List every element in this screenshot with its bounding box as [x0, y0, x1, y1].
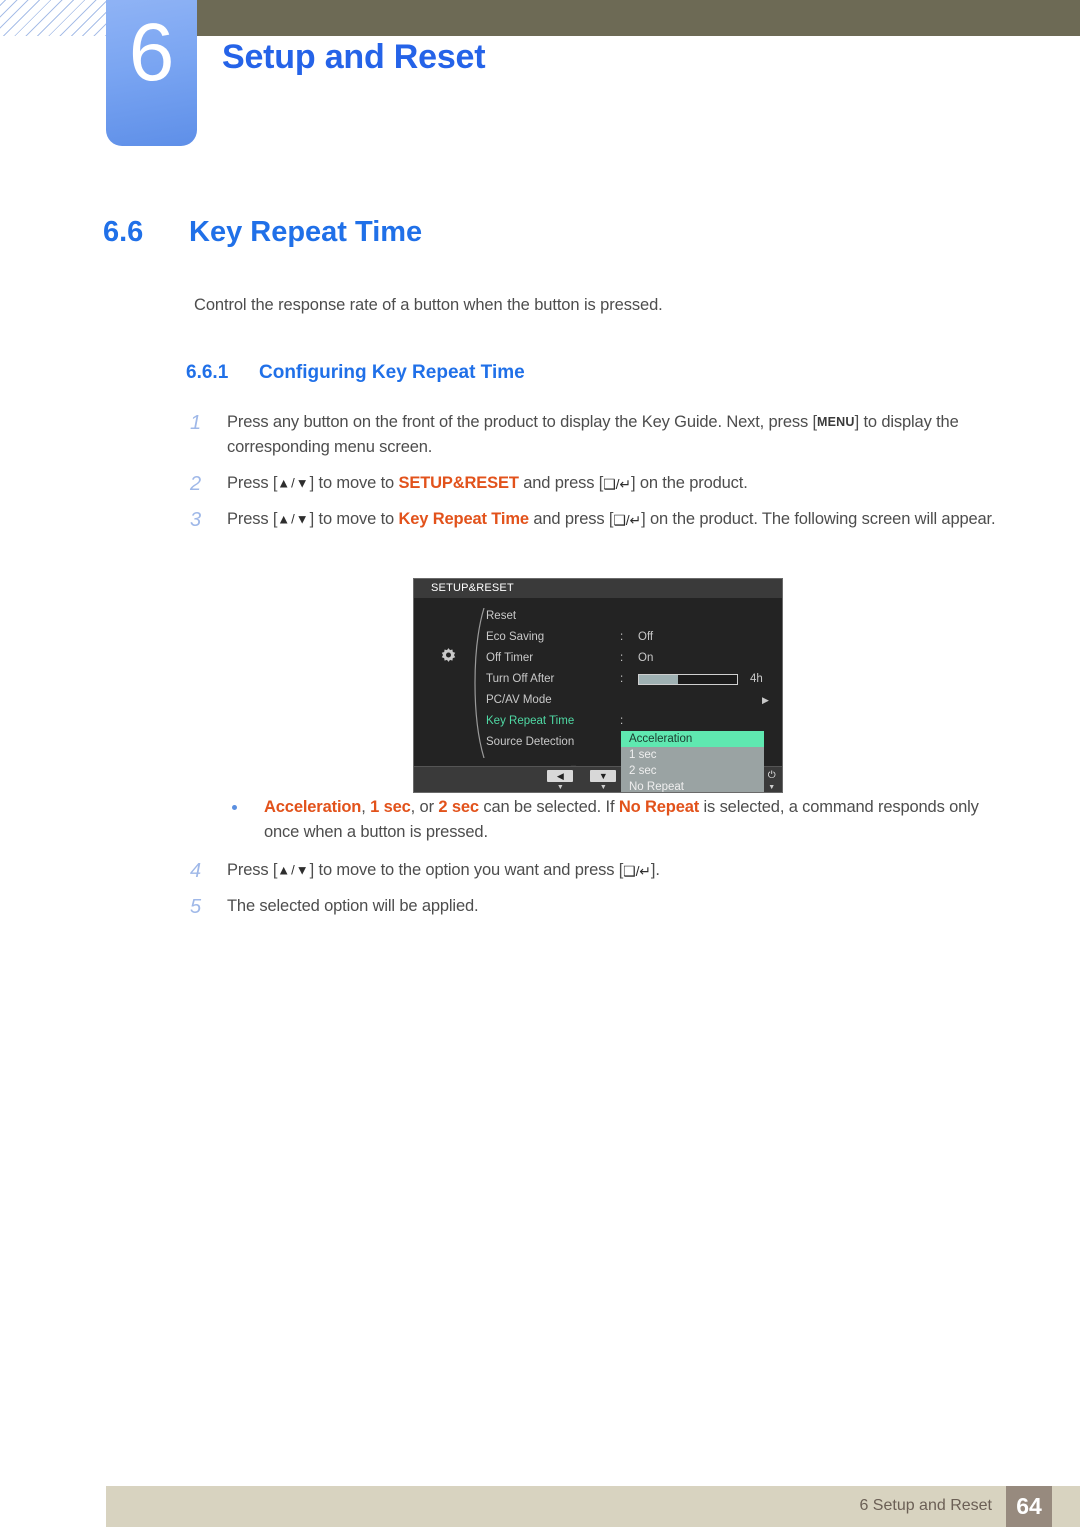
step-number: 4 — [190, 860, 201, 883]
osd-screenshot: SETUP&RESET Reset Eco Saving: Off Off Timer… — [413, 578, 783, 793]
highlighted-term: 1 sec — [370, 798, 411, 816]
step-text: and press [ — [528, 510, 614, 529]
highlighted-term: Acceleration — [264, 798, 362, 816]
osd-menu-item[interactable]: Off Timer: On — [474, 648, 782, 669]
instruction-steps-bottom: Acceleration, 1 sec, or 2 sec can be sel… — [186, 795, 1016, 930]
osd-footer-button-tick: ▼ — [556, 784, 564, 791]
chapter-number: 6 — [128, 7, 175, 98]
step-number: 5 — [190, 896, 201, 919]
step-text: can be selected. If — [478, 798, 619, 816]
osd-footer-button-tick: ▼ — [599, 784, 607, 791]
chevron-right-icon: ▶ — [762, 695, 769, 705]
subsection-title: Configuring Key Repeat Time — [259, 362, 525, 383]
updown-key-glyph: ▲/▼ — [277, 862, 310, 878]
osd-menu-item[interactable]: PC/AV Mode ▶ — [474, 690, 782, 711]
osd-menu-item-label: Reset — [486, 610, 517, 622]
bullet-note: Acceleration, 1 sec, or 2 sec can be sel… — [186, 795, 1016, 845]
osd-body: Reset Eco Saving: Off Off Timer: On Turn Off … — [414, 598, 782, 792]
osd-menu-item[interactable]: Key Repeat Time: — [474, 711, 782, 732]
osd-menu-item-label: Off Timer — [486, 652, 534, 664]
osd-colon: : — [620, 652, 624, 664]
header-olive-band — [197, 0, 1080, 36]
osd-footer-button-icon: ▼ — [590, 770, 617, 782]
highlighted-term: No Repeat — [618, 798, 700, 816]
osd-menu-item-label: Source Detection — [486, 736, 575, 748]
step-number: 2 — [190, 473, 201, 496]
highlighted-term: Key Repeat Time — [398, 510, 530, 529]
instruction-step: 2 Press [▲/▼] to move to SETUP&RESET and … — [186, 471, 1016, 496]
highlighted-term: 2 sec — [438, 798, 479, 816]
osd-menu-item[interactable]: Eco Saving: Off — [474, 627, 782, 648]
subsection-heading: 6.6.1 Configuring Key Repeat Time — [186, 362, 525, 384]
instruction-steps-top: 1 Press any button on the front of the pr… — [186, 410, 1016, 543]
osd-slider-value: 4h — [750, 673, 763, 685]
chapter-number-box: 6 — [106, 0, 197, 146]
step-text: Press [ — [227, 861, 278, 880]
instruction-step: 5 The selected option will be applied. — [186, 894, 1016, 919]
step-text: ] to move to — [309, 510, 399, 529]
osd-menu-item[interactable]: Turn Off After: 4h — [474, 669, 782, 690]
instruction-step: 1 Press any button on the front of the pr… — [186, 410, 1016, 460]
step-text: ]. — [650, 861, 660, 880]
osd-menu-item-label: Turn Off After — [486, 673, 555, 685]
step-text: and press [ — [518, 474, 604, 493]
updown-key-glyph: ▲/▼ — [277, 475, 310, 491]
osd-footer-button[interactable]: ◀ ▼ — [547, 770, 574, 791]
page-footer: 6 Setup and Reset 64 — [106, 1486, 1080, 1527]
osd-dropdown-options[interactable]: Acceleration 1 sec 2 sec No Repeat — [621, 731, 764, 792]
section-heading: 6.6 Key Repeat Time — [103, 216, 1003, 249]
section-number: 6.6 — [103, 216, 144, 248]
hatch-decoration — [0, 0, 106, 36]
highlighted-term: SETUP&RESET — [398, 474, 519, 493]
updown-key-glyph: ▲/▼ — [277, 511, 310, 527]
bullet-dot-icon — [232, 805, 237, 810]
osd-footer-button[interactable]: ▼ ▼ — [590, 770, 617, 791]
page-header: 6 Setup and Reset — [0, 0, 1080, 150]
step-text: ] on the product. The following screen w… — [641, 510, 996, 529]
osd-menu-item-value: Off — [638, 631, 654, 643]
osd-dropdown-option[interactable]: Acceleration — [621, 731, 764, 747]
step-number: 1 — [190, 412, 201, 434]
osd-menu-item[interactable]: Reset — [474, 606, 782, 627]
section-title: Key Repeat Time — [189, 216, 423, 248]
step-text: , or — [410, 798, 439, 816]
osd-colon: : — [620, 673, 624, 685]
step-text: Press [ — [227, 474, 278, 493]
step-text: Press [ — [227, 510, 278, 529]
osd-menu-item-value: On — [638, 652, 654, 664]
step-number: 3 — [190, 509, 201, 532]
step-text: Press any button on the front of the pro… — [227, 413, 817, 431]
subsection-number: 6.6.1 — [186, 362, 229, 383]
section-intro-text: Control the response rate of a button wh… — [194, 296, 663, 314]
osd-colon: : — [620, 631, 624, 643]
page-number-badge: 64 — [1006, 1486, 1052, 1527]
osd-menu-item-label: Eco Saving — [486, 631, 545, 643]
osd-dropdown-option[interactable]: 1 sec — [621, 747, 764, 763]
instruction-step: 4 Press [▲/▼] to move to the option you w… — [186, 858, 1016, 883]
step-text: , — [361, 798, 371, 816]
osd-menu-item-label: PC/AV Mode — [486, 694, 552, 706]
step-text: ] on the product. — [630, 474, 748, 493]
enter-key-glyph: ❑/↵ — [603, 476, 631, 493]
osd-footer-button-icon: ◀ — [547, 770, 574, 782]
menu-key-label: MENU — [817, 415, 855, 429]
gear-icon — [437, 646, 460, 669]
step-text: ] to move to the option you want and pre… — [309, 861, 624, 880]
instruction-step: 3 Press [▲/▼] to move to Key Repeat Time … — [186, 507, 1016, 532]
step-text: The selected option will be applied. — [227, 897, 479, 916]
step-text: ] to move to — [309, 474, 399, 493]
osd-colon: : — [620, 715, 624, 727]
osd-slider-fill — [639, 675, 679, 684]
enter-key-glyph: ❑/↵ — [613, 512, 642, 529]
osd-dropdown-option[interactable]: No Repeat — [621, 779, 764, 792]
osd-menu-item-label: Key Repeat Time — [486, 715, 575, 727]
enter-key-glyph: ❑/↵ — [623, 863, 651, 880]
chapter-title: Setup and Reset — [222, 38, 486, 76]
osd-dropdown-option[interactable]: 2 sec — [621, 763, 764, 779]
osd-slider-track[interactable] — [638, 674, 738, 685]
osd-title: SETUP&RESET — [414, 579, 782, 598]
footer-chapter-label: 6 Setup and Reset — [859, 1497, 992, 1514]
